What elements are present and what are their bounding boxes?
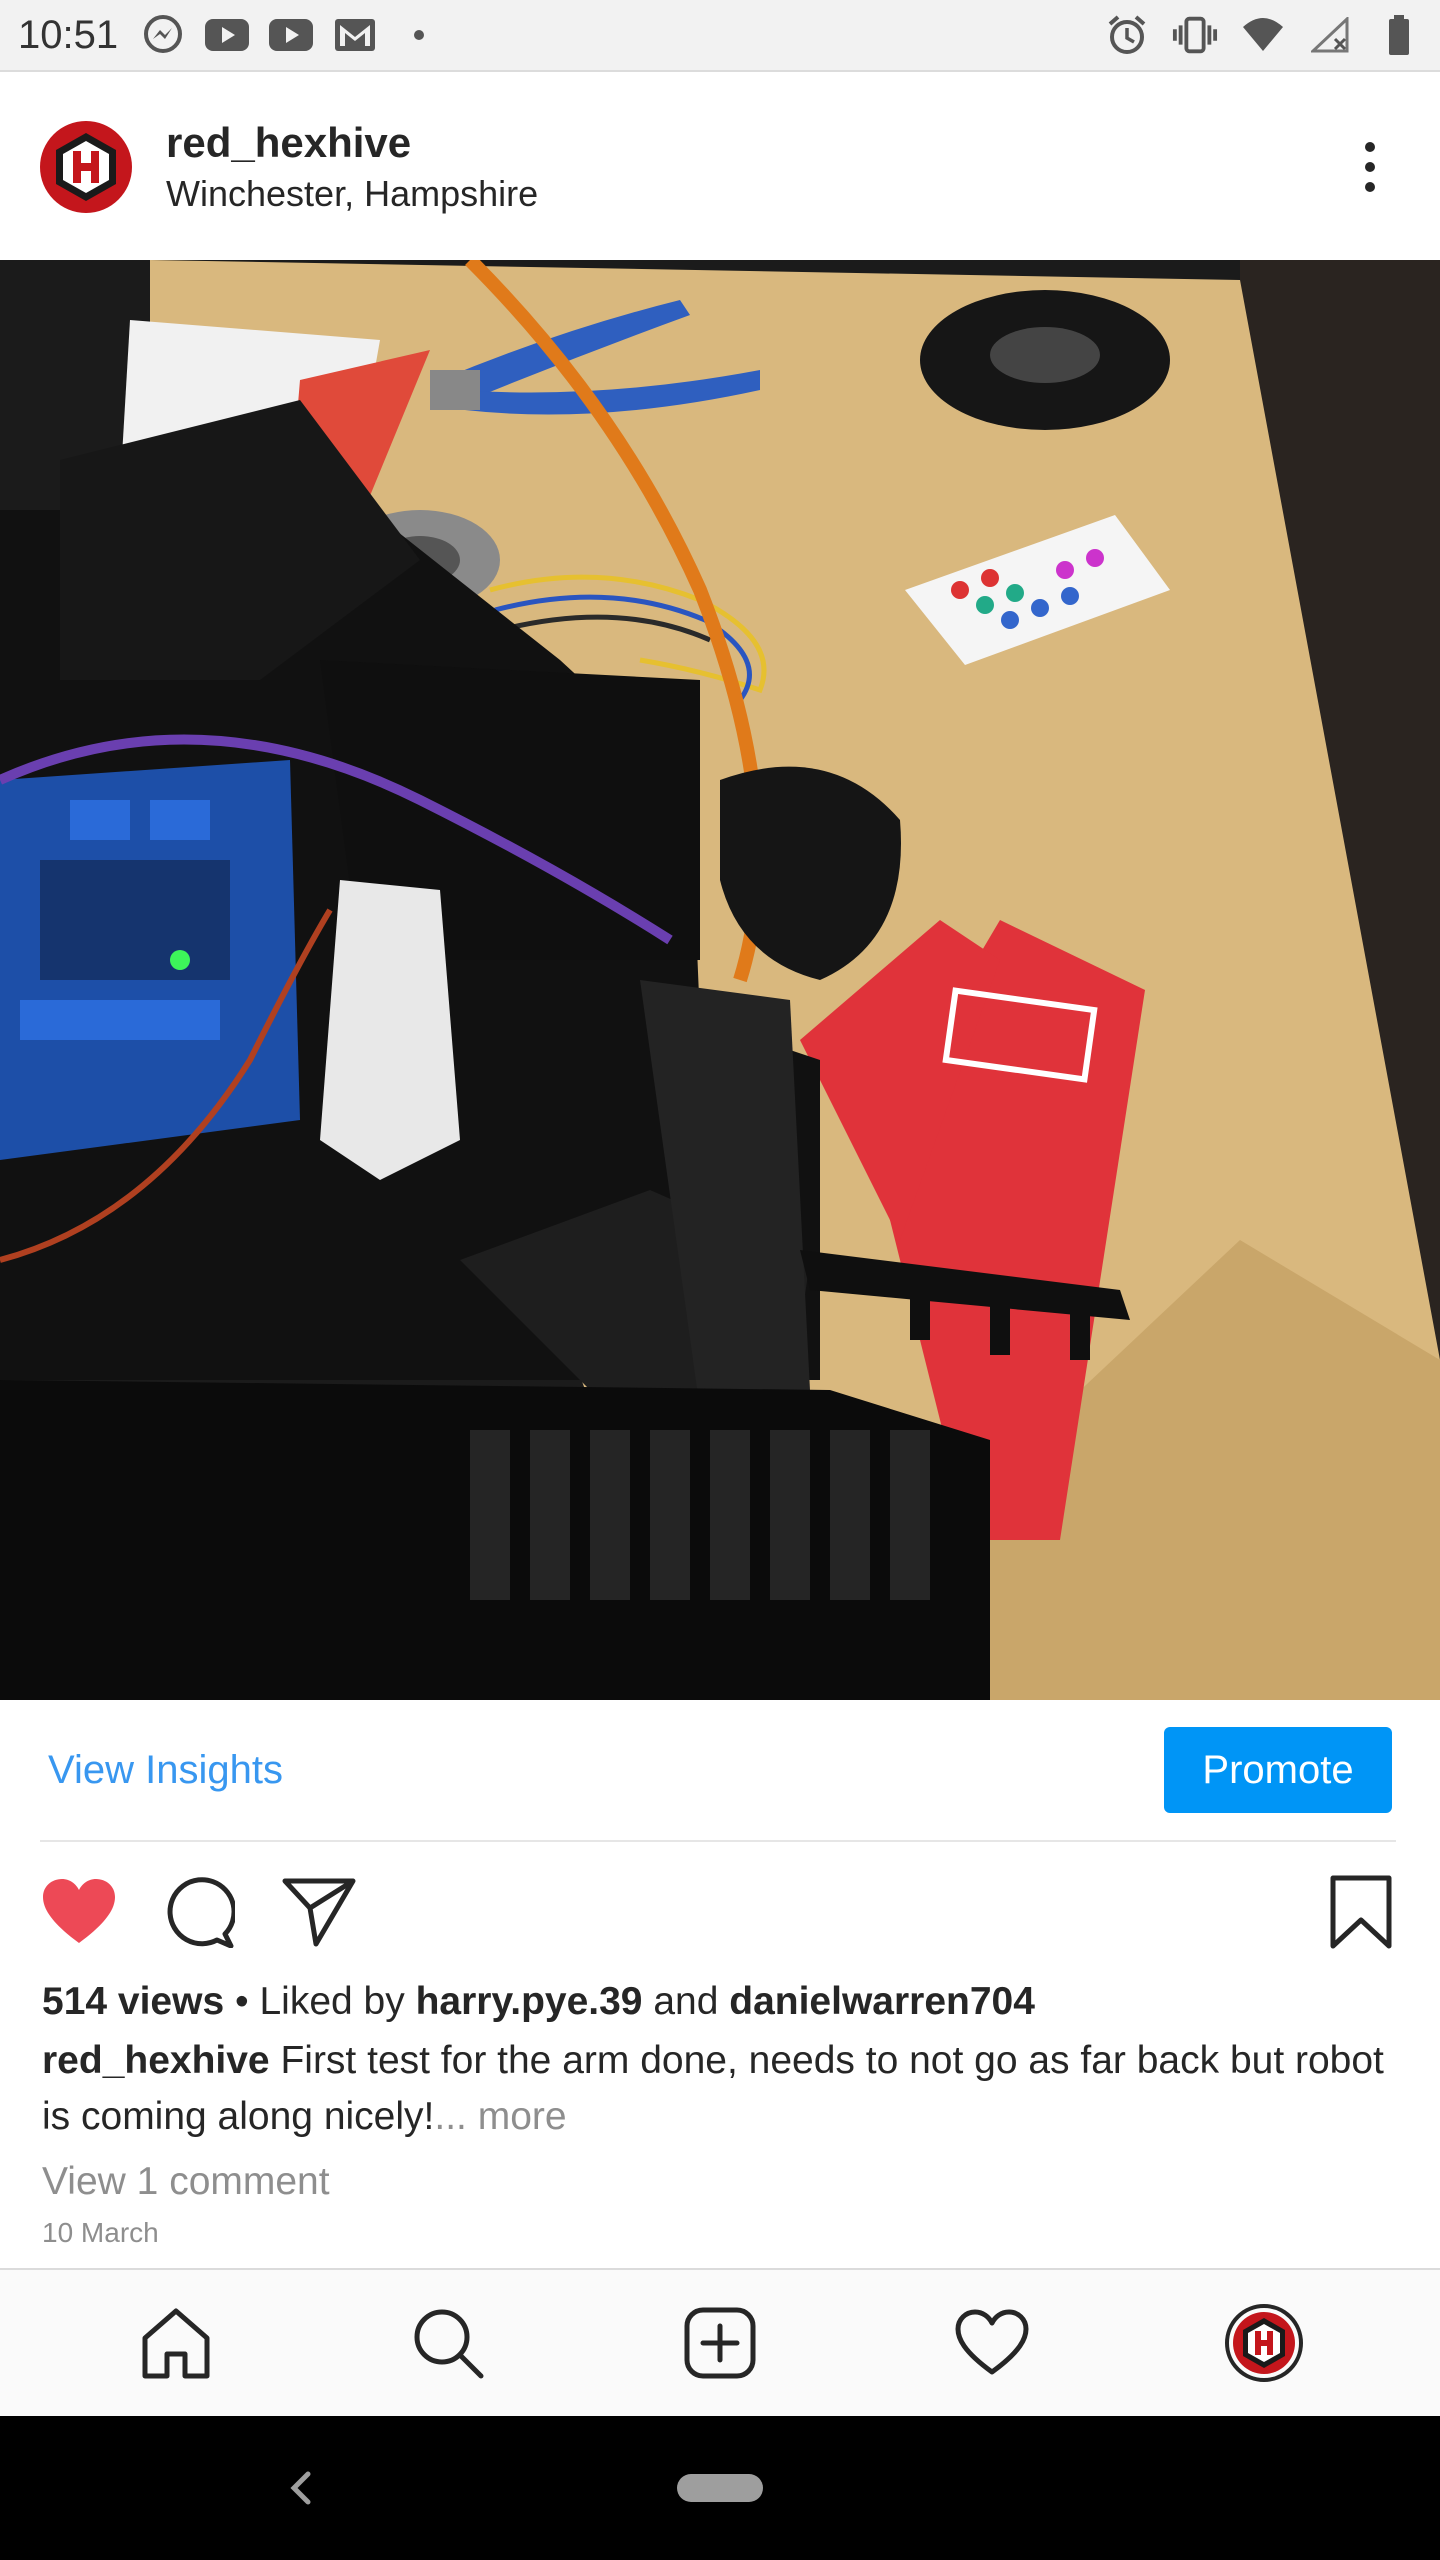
back-icon[interactable] (280, 2466, 324, 2510)
post-media[interactable] (0, 260, 1440, 1700)
activity-icon[interactable] (947, 2298, 1037, 2388)
youtube-icon (268, 12, 314, 58)
dot-icon (396, 12, 442, 58)
username[interactable]: red_hexhive (166, 119, 538, 167)
status-time: 10:51 (18, 12, 119, 57)
alarm-icon (1104, 12, 1150, 58)
more-dot (1365, 142, 1375, 152)
post-meta: 514 views • Liked by harry.pye.39 and da… (42, 1975, 1412, 2249)
status-notification-icons (140, 12, 442, 58)
share-icon[interactable] (278, 1871, 360, 1953)
messenger-icon (140, 12, 186, 58)
status-system-icons (1104, 12, 1422, 58)
hexhive-logo (42, 123, 130, 211)
likes-line: 514 views • Liked by harry.pye.39 and da… (42, 1975, 1412, 2029)
view-insights-link[interactable]: View Insights (48, 1748, 283, 1793)
more-options-button[interactable] (1340, 127, 1400, 207)
comment-icon[interactable] (158, 1871, 240, 1953)
search-icon[interactable] (403, 2298, 493, 2388)
caption: red_hexhive First test for the arm done,… (42, 2033, 1412, 2145)
battery-icon (1376, 12, 1422, 58)
post-actions (0, 1862, 1440, 1962)
system-nav-bar (0, 2416, 1440, 2560)
header-text: red_hexhive Winchester, Hampshire (166, 119, 538, 215)
view-comments-link[interactable]: View 1 comment (42, 2155, 1412, 2209)
signal-icon (1308, 12, 1354, 58)
post-date: 10 March (42, 2217, 159, 2248)
new-post-icon[interactable] (675, 2298, 765, 2388)
post-photo (0, 260, 1440, 1700)
bottom-nav (0, 2268, 1440, 2416)
caption-more-link[interactable]: ... more (434, 2095, 566, 2138)
more-dot (1365, 182, 1375, 192)
wifi-icon (1240, 12, 1286, 58)
and-label: and (642, 1980, 730, 2023)
post-header: red_hexhive Winchester, Hampshire (0, 74, 1440, 260)
vibrate-icon (1172, 12, 1218, 58)
home-pill[interactable] (677, 2474, 763, 2502)
insights-bar: View Insights Promote (0, 1700, 1440, 1840)
liker-2[interactable]: danielwarren704 (729, 1980, 1035, 2023)
like-heart-icon[interactable] (38, 1871, 120, 1953)
home-icon[interactable] (131, 2298, 221, 2388)
more-dot (1365, 162, 1375, 172)
gmail-icon (332, 12, 378, 58)
youtube-icon (204, 12, 250, 58)
avatar[interactable] (40, 121, 132, 213)
liker-1[interactable]: harry.pye.39 (416, 1980, 643, 2023)
liked-by-label: • Liked by (224, 1980, 416, 2023)
divider (40, 1840, 1396, 1842)
status-bar: 10:51 (0, 0, 1440, 72)
location[interactable]: Winchester, Hampshire (166, 173, 538, 215)
bookmark-icon[interactable] (1320, 1871, 1402, 1953)
profile-icon[interactable] (1219, 2298, 1309, 2388)
caption-username[interactable]: red_hexhive (42, 2039, 270, 2082)
view-count[interactable]: 514 views (42, 1980, 224, 2023)
promote-button[interactable]: Promote (1164, 1727, 1392, 1813)
